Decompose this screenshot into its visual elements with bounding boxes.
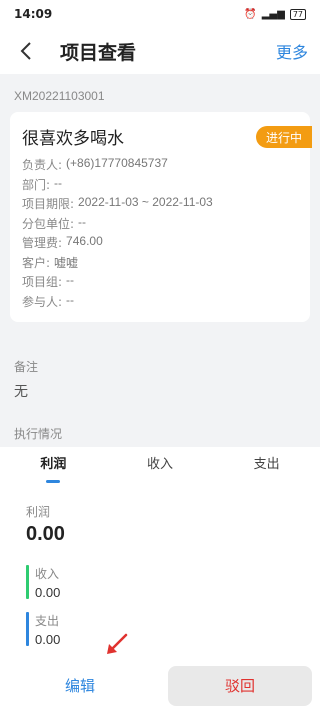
remark-label: 备注 xyxy=(14,360,39,374)
expense-value: 0.00 xyxy=(35,632,61,647)
execution-label: 执行情况 xyxy=(14,427,63,441)
navigation-bar: 项目查看 更多 xyxy=(0,28,320,74)
field-owner: 负责人: (+86)17770845737 xyxy=(22,156,168,172)
income-value: 0.00 xyxy=(35,585,61,600)
alarm-icon: ⏰ xyxy=(244,8,257,20)
income-label: 收入 xyxy=(35,567,60,581)
field-project-group: 项目组: -- xyxy=(22,273,75,289)
project-name: 很喜欢多喝水 xyxy=(22,129,124,149)
tab-profit[interactable]: 利润 xyxy=(0,447,107,485)
profit-panel: 利润 0.00 收入 0.00 支出 0.00 xyxy=(0,485,320,660)
execution-tabs: 利润 收入 支出 xyxy=(0,447,320,485)
field-management-fee: 管理费: 746.00 xyxy=(22,234,103,250)
project-fields: 负责人: (+86)17770845737 部门: -- 项目期限: 2022-11-… xyxy=(22,156,213,312)
reject-button[interactable]: 驳回 xyxy=(168,665,312,706)
field-customer: 客户: 嘘嘘 xyxy=(22,255,79,270)
expense-label: 支出 xyxy=(35,614,60,628)
expense-color-bar xyxy=(26,612,29,646)
page-title: 项目查看 xyxy=(60,41,137,64)
field-subcontractor: 分包单位: -- xyxy=(22,214,87,231)
arrow-annotation-icon xyxy=(107,633,128,654)
project-card: 很喜欢多喝水 进行中 负责人: (+86)17770845737 部门: -- 项目… xyxy=(10,112,312,322)
more-button[interactable]: 更多 xyxy=(276,39,308,63)
tab-expense[interactable]: 支出 xyxy=(213,447,320,485)
status-badge: 进行中 xyxy=(255,126,312,148)
status-bar: 14:09 ⏰ ▂▄▆ 77 xyxy=(0,0,320,28)
income-stat: 收入 0.00 xyxy=(26,565,226,601)
income-color-bar xyxy=(26,565,29,599)
remark-section: 备注 无 xyxy=(0,348,320,408)
remark-value: 无 xyxy=(14,384,28,400)
edit-button[interactable]: 编辑 xyxy=(0,665,160,707)
tab-income[interactable]: 收入 xyxy=(107,447,214,485)
project-code: XM20221103001 xyxy=(14,89,105,103)
field-period: 项目期限: 2022-11-03 ~ 2022-11-03 xyxy=(22,195,213,211)
profit-value: 0.00 xyxy=(26,523,65,545)
battery-icon: 77 xyxy=(289,8,306,20)
chevron-left-icon xyxy=(20,42,31,60)
field-participants: 参与人: -- xyxy=(22,292,75,309)
signal-icon: ▂▄▆ xyxy=(261,8,285,20)
bottom-action-bar: 编辑 驳回 xyxy=(0,660,320,711)
field-department: 部门: -- xyxy=(22,175,63,192)
status-icons: ⏰ ▂▄▆ 77 xyxy=(244,8,306,20)
status-time: 14:09 xyxy=(14,7,53,21)
back-button[interactable] xyxy=(6,28,46,74)
profit-label: 利润 xyxy=(26,505,51,519)
